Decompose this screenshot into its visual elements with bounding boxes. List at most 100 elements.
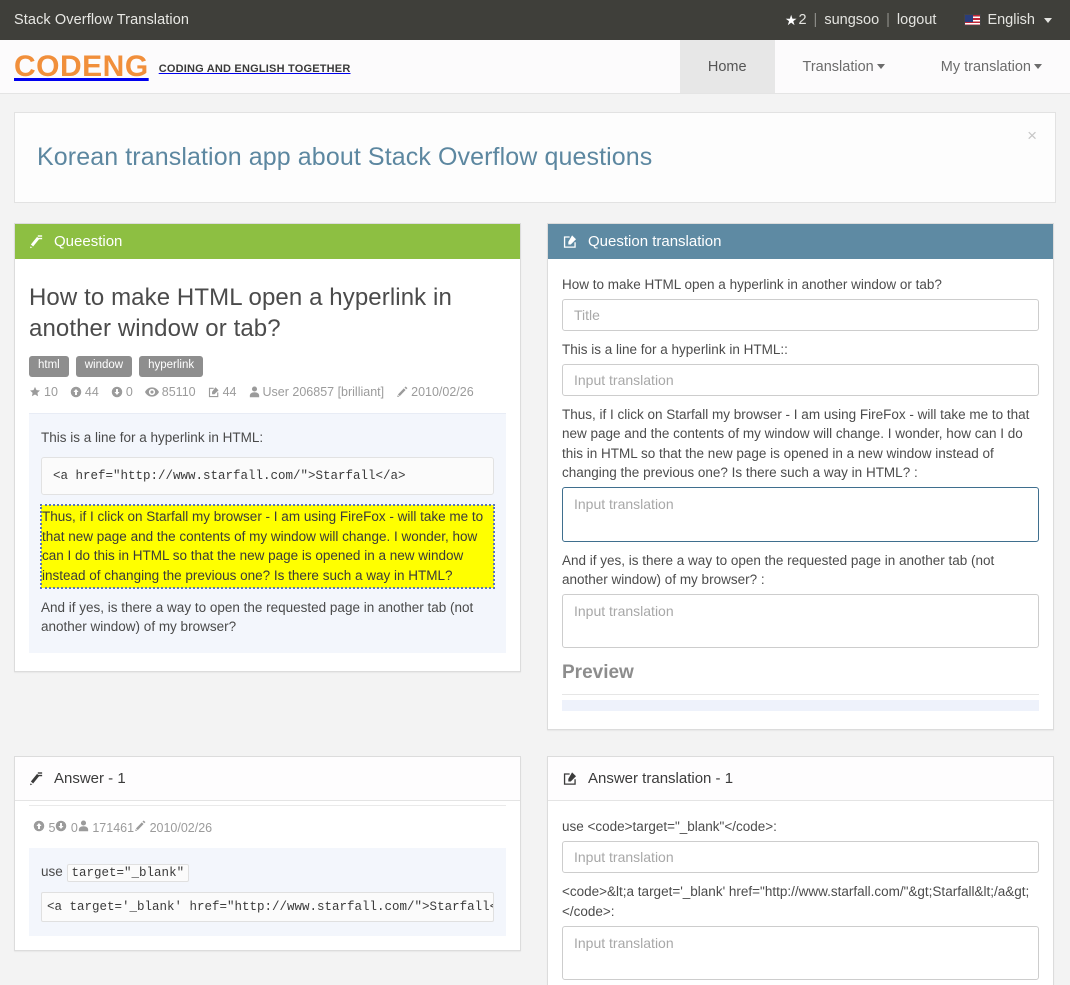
nav-item-translation-label: Translation [802, 58, 874, 75]
question-translation-title: Question translation [588, 233, 722, 250]
pencil-icon [397, 386, 408, 397]
nav-item-translation[interactable]: Translation [775, 40, 913, 93]
meta-score: 10 [29, 385, 58, 399]
meta-downvotes: 0 [111, 385, 133, 399]
nav-item-my-translation-label: My translation [940, 58, 1031, 75]
meta-author-value: User 206857 [brilliant] [262, 384, 385, 399]
us-flag-icon [964, 14, 982, 26]
username-link[interactable]: sungsoo [824, 12, 879, 28]
question-translation-panel: Question translation How to make HTML op… [547, 223, 1054, 731]
nav-items: Home Translation My translation [679, 40, 1070, 93]
star-icon [30, 386, 40, 396]
question-tags: html window hyperlink [29, 356, 506, 377]
qt-translation-textarea-2[interactable] [562, 486, 1039, 542]
top-bar-user-area: ★ 2 | sungsoo | logout English [785, 12, 1052, 29]
qt-translation-textarea-3[interactable] [562, 594, 1039, 649]
close-icon[interactable]: × [1023, 123, 1041, 148]
question-panel-title: Queestion [54, 233, 123, 250]
answer-panel-header: Answer - 1 [15, 757, 520, 802]
answer-row: Answer - 1 5 0 171461 2010/02/26 use tar… [14, 756, 1056, 985]
meta-edits: 44 [208, 385, 237, 399]
eye-icon [144, 386, 159, 397]
chevron-down-icon [1044, 17, 1052, 23]
language-selector[interactable]: English [964, 12, 1052, 28]
edit-square-icon [208, 386, 219, 397]
answer-translation-body: use <code>target="_blank"</code>: <code>… [548, 801, 1053, 985]
question-code-block: <a href="http://www.starfall.com/">Starf… [41, 457, 494, 496]
answer-meta-author: 171461 [78, 820, 134, 835]
meta-date-value: 2010/02/26 [411, 384, 474, 399]
arrow-down-circle-icon [111, 386, 123, 397]
qt-translation-input-1[interactable] [562, 364, 1039, 397]
question-translation-header: Question translation [548, 224, 1053, 259]
at-field-label-0: use <code>target="_blank"</code>: [562, 819, 777, 835]
answer-translation-panel: Answer translation - 1 use <code>target=… [547, 756, 1054, 985]
answer-panel-title: Answer - 1 [54, 770, 126, 788]
logout-link[interactable]: logout [897, 12, 937, 28]
tag-html[interactable]: html [29, 356, 69, 377]
at-translation-input-0[interactable] [562, 841, 1039, 874]
nav-item-home[interactable]: Home [679, 40, 775, 93]
qt-field-label-2: Thus, if I click on Starfall my browser … [562, 407, 1030, 480]
answer-list-icon [29, 771, 44, 786]
brand-tagline: CODING AND ENGLISH TOGETHER [158, 62, 351, 75]
meta-date: 2010/02/26 [396, 385, 474, 399]
meta-edits-value: 44 [222, 384, 237, 399]
answer-meta-upvotes: 5 [33, 820, 55, 835]
intro-alert: Korean translation app about Stack Overf… [14, 112, 1056, 203]
question-column: Queestion How to make HTML open a hyperl… [14, 223, 521, 672]
answer-meta-upvotes-value: 5 [48, 821, 56, 836]
meta-upvotes: 44 [70, 385, 99, 399]
brand-name: CODENG [14, 49, 149, 83]
meta-score-value: 10 [44, 384, 58, 399]
answer-translation-column: Answer translation - 1 use <code>target=… [547, 756, 1054, 985]
answer-translation-header: Answer translation - 1 [548, 757, 1053, 802]
at-translation-textarea-1[interactable] [562, 925, 1039, 980]
arrow-up-circle-icon [70, 386, 82, 397]
question-list-icon [29, 234, 44, 249]
tag-window[interactable]: window [75, 356, 133, 377]
meta-downvotes-value: 0 [125, 384, 133, 399]
page-title: Korean translation app about Stack Overf… [37, 143, 653, 171]
answer-code-block: <a target='_blank' href="http://www.star… [41, 892, 494, 923]
question-translation-column: Question translation How to make HTML op… [547, 223, 1054, 731]
top-bar: Stack Overflow Translation ★ 2 | sungsoo… [0, 0, 1070, 40]
nav-item-home-label: Home [707, 58, 747, 75]
answer-translation-title: Answer translation - 1 [588, 770, 734, 788]
brand-logo-link[interactable]: CODENG CODING AND ENGLISH TOGETHER [0, 40, 680, 93]
meta-author: User 206857 [brilliant] [249, 384, 385, 399]
app-title: Stack Overflow Translation [14, 12, 190, 28]
question-row: Queestion How to make HTML open a hyperl… [14, 223, 1056, 731]
pencil-icon [135, 820, 146, 832]
answer-meta-downvotes: 0 [55, 820, 78, 836]
question-panel-header: Queestion [15, 224, 520, 259]
nav-item-my-translation[interactable]: My translation [913, 40, 1070, 93]
qt-preview-area [562, 694, 1039, 712]
question-title: How to make HTML open a hyperlink in ano… [29, 284, 452, 342]
edit-square-icon [562, 234, 578, 249]
meta-views: 85110 [144, 385, 196, 399]
qt-field-label-3: And if yes, is there a way to open the r… [562, 552, 995, 588]
notification-count[interactable]: 2 [798, 12, 806, 28]
question-body-intro: This is a line for a hyperlink in HTML: [41, 429, 264, 445]
chevron-down-icon [1034, 64, 1042, 69]
answer-meta-downvotes-value: 0 [70, 821, 78, 836]
answer-body-prefix: use [41, 864, 63, 880]
qt-title-input[interactable] [562, 299, 1039, 332]
user-icon [249, 386, 259, 397]
star-icon: ★ [784, 11, 798, 28]
answer-meta-author-value: 171461 [92, 821, 135, 836]
chevron-down-icon [876, 64, 885, 69]
answer-panel-body: 5 0 171461 2010/02/26 use target="_blank… [15, 801, 520, 950]
answer-panel: Answer - 1 5 0 171461 2010/02/26 use tar… [14, 756, 521, 952]
meta-upvotes-value: 44 [84, 384, 99, 399]
question-meta: 10 44 0 85110 44 User 206857 [brilliant]… [29, 385, 506, 399]
question-panel: Queestion How to make HTML open a hyperl… [14, 223, 521, 672]
qt-preview-title: Preview [562, 662, 634, 684]
arrow-up-circle-icon [33, 821, 45, 832]
answer-meta-date: 2010/02/26 [134, 820, 212, 835]
tag-hyperlink[interactable]: hyperlink [139, 356, 204, 377]
edit-square-icon [562, 771, 578, 786]
language-label: English [987, 12, 1035, 28]
question-highlighted-paragraph[interactable]: Thus, if I click on Starfall my browser … [40, 504, 495, 589]
